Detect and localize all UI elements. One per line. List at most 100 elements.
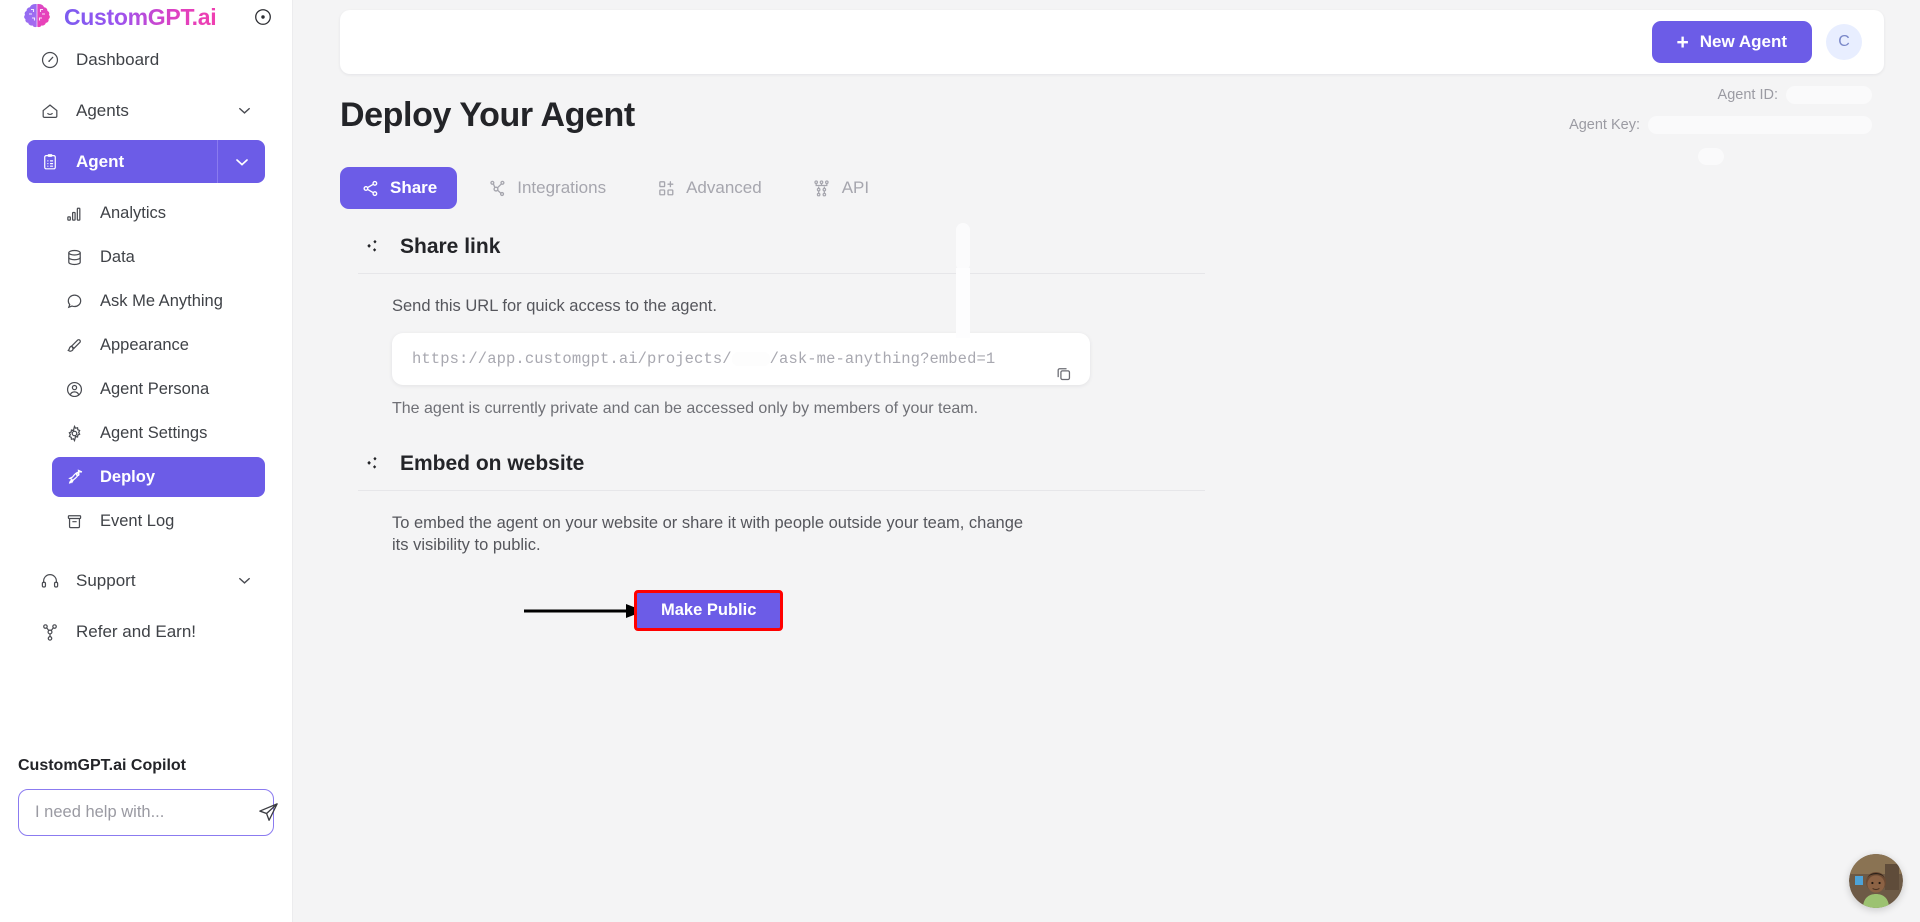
- agent-key-label: Agent Key:: [1569, 117, 1640, 133]
- tab-integrations[interactable]: Integrations: [467, 167, 626, 209]
- sidebar-item-label: Support: [76, 570, 136, 590]
- embed-title: Embed on website: [400, 452, 585, 476]
- chat-avatar-launcher[interactable]: [1849, 854, 1903, 908]
- integrations-nodes-icon: [487, 178, 507, 198]
- sidebar-item-deploy[interactable]: Deploy: [52, 457, 265, 497]
- settings-gear-icon: [64, 423, 84, 443]
- sidebar-item-appearance[interactable]: Appearance: [52, 325, 265, 365]
- embed-body: To embed the agent on your website or sh…: [340, 491, 1205, 639]
- sidebar-subitem-label: Analytics: [100, 203, 167, 222]
- share-url-field[interactable]: https://app.customgpt.ai/projects/ /ask-…: [392, 333, 1090, 386]
- share-link-section: Share link Send this URL for quick acces…: [340, 235, 1205, 418]
- sidebar-item-agent[interactable]: Agent: [27, 140, 217, 183]
- dashboard-gauge-icon: [39, 49, 60, 70]
- new-agent-label: New Agent: [1699, 32, 1787, 51]
- sidebar-item-data[interactable]: Data: [52, 237, 265, 277]
- share-link-header: Share link: [340, 235, 1205, 259]
- sidebar-subitem-label: Event Log: [100, 511, 175, 530]
- chevron-down-icon[interactable]: [235, 572, 253, 590]
- sidebar-subitem-label: Ask Me Anything: [100, 291, 223, 310]
- sidebar-item-support[interactable]: Support: [27, 559, 265, 602]
- avatar[interactable]: C: [1826, 24, 1862, 60]
- new-agent-button[interactable]: + New Agent: [1651, 21, 1812, 63]
- sidebar-item-agent-settings[interactable]: Agent Settings: [52, 413, 265, 453]
- sidebar-item-label: Agents: [76, 100, 129, 120]
- diamonds-sparkle-icon: [362, 454, 382, 474]
- sidebar-item-dashboard[interactable]: Dashboard: [27, 38, 265, 81]
- sidebar-item-label: Dashboard: [76, 49, 160, 69]
- share-link-description: Send this URL for quick access to the ag…: [392, 297, 717, 315]
- main-content: + New Agent C Deploy Your Agent Agent ID…: [293, 0, 1920, 922]
- sidebar-item-ask-me-anything[interactable]: Ask Me Anything: [52, 281, 265, 321]
- share-link-body: Send this URL for quick access to the ag…: [340, 274, 1205, 418]
- sidebar-subitem-label: Appearance: [100, 335, 189, 354]
- plus-icon: +: [1676, 30, 1689, 54]
- diamonds-sparkle-icon: [362, 237, 382, 257]
- copy-icon[interactable]: [1053, 363, 1075, 385]
- copilot-input[interactable]: [35, 803, 255, 823]
- ghost-toggle-placeholder: [1698, 148, 1724, 165]
- sidebar: CustomGPT.ai Dashboard Agents Agent Anal…: [0, 0, 293, 922]
- share-nodes-icon: [360, 178, 380, 198]
- agent-identifiers: Agent ID: Agent Key:: [1452, 80, 1872, 140]
- send-paper-plane-icon[interactable]: [255, 800, 281, 826]
- make-public-button[interactable]: Make Public: [634, 589, 784, 631]
- sidebar-subitem-label: Agent Persona: [100, 379, 210, 398]
- agent-key-row: Agent Key:: [1452, 110, 1872, 140]
- annotation-arrow-icon: [522, 598, 652, 629]
- share-link-title: Share link: [400, 235, 501, 258]
- share-url-prefix: https://app.customgpt.ai/projects/: [412, 350, 732, 369]
- sidebar-bottom-fill: [0, 836, 292, 922]
- top-bar: + New Agent C: [340, 10, 1884, 74]
- persona-user-circle-icon: [64, 379, 84, 399]
- sidebar-nav: Dashboard Agents Agent Analytics Data As…: [0, 34, 292, 661]
- brain-logo-icon: [20, 0, 54, 34]
- tab-label: Advanced: [686, 178, 762, 197]
- agent-id-row: Agent ID:: [1452, 80, 1872, 110]
- data-database-icon: [64, 247, 84, 267]
- sidebar-item-analytics[interactable]: Analytics: [52, 193, 265, 233]
- make-public-row: Make Public: [522, 589, 1022, 640]
- brand-row: CustomGPT.ai: [0, 0, 292, 34]
- embed-section: Embed on website To embed the agent on y…: [340, 452, 1205, 639]
- tab-api[interactable]: API: [792, 167, 889, 209]
- analytics-bars-icon: [64, 203, 84, 223]
- sidebar-item-agent-persona[interactable]: Agent Persona: [52, 369, 265, 409]
- support-headset-icon: [39, 570, 60, 591]
- embed-description: To embed the agent on your website or sh…: [392, 514, 1024, 554]
- sidebar-agent-collapse-toggle[interactable]: [217, 140, 265, 183]
- sidebar-collapse-icon[interactable]: [252, 6, 274, 28]
- copilot-input-wrapper[interactable]: [18, 789, 278, 837]
- agent-key-value-redacted: [1648, 116, 1872, 134]
- sidebar-subitem-label: Data: [100, 247, 135, 266]
- scrollbar-thumb[interactable]: [956, 223, 970, 271]
- agent-id-label: Agent ID:: [1717, 87, 1778, 103]
- share-url-id-redacted: [731, 352, 770, 367]
- appearance-brush-icon: [64, 335, 84, 355]
- sidebar-group-agent: Agent: [0, 140, 292, 183]
- share-status-note: The agent is currently private and can b…: [392, 400, 979, 418]
- chevron-down-icon[interactable]: [235, 102, 253, 120]
- sidebar-item-agents[interactable]: Agents: [27, 89, 265, 132]
- tab-advanced[interactable]: Advanced: [636, 167, 782, 209]
- app-root: CustomGPT.ai Dashboard Agents Agent Anal…: [0, 0, 1920, 922]
- refer-share-icon: [39, 621, 60, 642]
- deploy-tabs: Share Integrations Advanced API: [340, 167, 1920, 209]
- sidebar-item-label: Refer and Earn!: [76, 621, 197, 641]
- share-url-suffix: /ask-me-anything?embed=1: [769, 350, 996, 369]
- tab-label: API: [841, 178, 870, 197]
- sidebar-item-event-log[interactable]: Event Log: [52, 501, 265, 541]
- agents-home-icon: [39, 100, 60, 121]
- sidebar-item-label: Agent: [76, 151, 125, 171]
- event-log-archive-icon: [64, 511, 84, 531]
- sidebar-item-refer-and-earn[interactable]: Refer and Earn!: [27, 610, 265, 653]
- embed-header: Embed on website: [340, 452, 1205, 476]
- agent-id-value-redacted: [1786, 86, 1872, 104]
- tab-label: Integrations: [517, 178, 607, 197]
- sidebar-subnav: Analytics Data Ask Me Anything Appearanc…: [0, 191, 292, 541]
- scrollbar-track[interactable]: [956, 268, 970, 338]
- brand-name: CustomGPT.ai: [64, 3, 217, 30]
- tab-share[interactable]: Share: [340, 167, 458, 209]
